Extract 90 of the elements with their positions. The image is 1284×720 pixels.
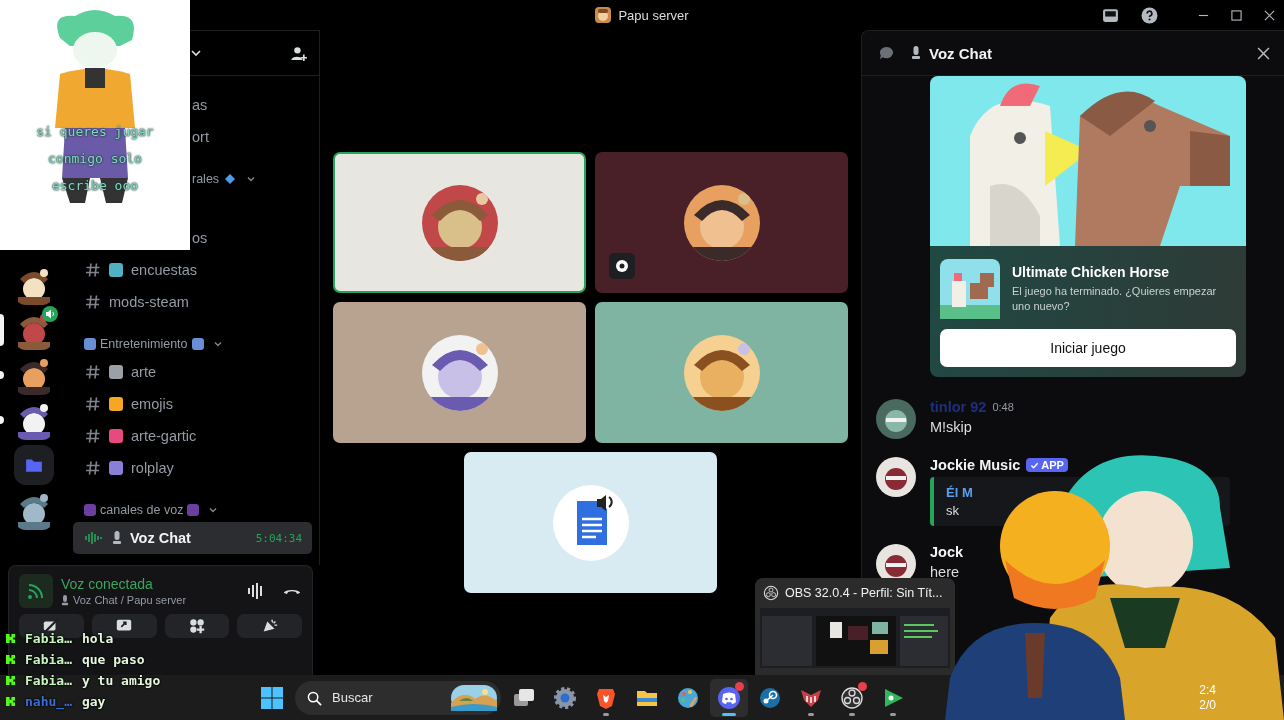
signal-icon bbox=[19, 574, 53, 608]
chat-message: gay bbox=[81, 694, 106, 709]
check-icon bbox=[1030, 460, 1040, 470]
hash-icon bbox=[85, 396, 101, 412]
window-preview-popup[interactable]: OBS 32.0.4 - Perfil: Sin Tít... bbox=[755, 578, 955, 675]
channel-item[interactable]: arte bbox=[76, 356, 311, 388]
avatar[interactable] bbox=[876, 457, 916, 497]
settings-icon bbox=[553, 685, 577, 710]
emoji-icon bbox=[191, 338, 204, 350]
activities-icon bbox=[187, 617, 206, 635]
close-icon[interactable] bbox=[1264, 9, 1275, 21]
connection-status: Voz conectada bbox=[61, 576, 154, 592]
category-header[interactable]: canales de voz bbox=[76, 484, 311, 522]
chevron-icon[interactable] bbox=[190, 47, 202, 59]
message-text: M!skip bbox=[930, 419, 973, 435]
channel-item[interactable]: encuestas bbox=[76, 254, 311, 286]
call-duration: 5:04:34 bbox=[255, 531, 302, 545]
platform-icon bbox=[6, 697, 15, 706]
inbox-icon[interactable] bbox=[1102, 6, 1119, 24]
app-badge: APP bbox=[1026, 458, 1068, 472]
participant-tile[interactable] bbox=[464, 452, 717, 593]
microphone-icon bbox=[61, 594, 69, 606]
channel-item[interactable]: as bbox=[192, 89, 208, 121]
chat-message: que paso bbox=[81, 652, 145, 667]
clock-date: 2/0 bbox=[1199, 697, 1216, 713]
steam-icon bbox=[758, 685, 782, 710]
username[interactable]: Jock bbox=[930, 544, 964, 560]
start-game-button[interactable]: Iniciar juego bbox=[940, 329, 1236, 367]
voice-channel-item[interactable]: Voz Chat 5:04:34 bbox=[73, 522, 312, 554]
soundboard-button[interactable] bbox=[237, 614, 302, 638]
emoji-icon bbox=[187, 504, 200, 516]
activities-button[interactable] bbox=[164, 614, 230, 638]
username[interactable]: Jockie Music bbox=[930, 457, 1021, 473]
taskbar-button[interactable] bbox=[710, 678, 748, 717]
chat-bubble-icon bbox=[878, 44, 895, 62]
game-status: El juego ha terminado. ¿Quieres empezar uno nuevo? bbox=[1012, 284, 1218, 314]
waveform-icon bbox=[84, 531, 104, 545]
panel-title: Voz Chat bbox=[929, 44, 994, 62]
server-folder[interactable] bbox=[14, 445, 54, 485]
hash-icon bbox=[85, 428, 101, 444]
chat-username: Fabia… bbox=[25, 631, 72, 646]
platform-icon bbox=[6, 634, 15, 643]
hash-icon bbox=[85, 262, 101, 278]
microphone-icon bbox=[112, 531, 122, 545]
timestamp: 0:48 bbox=[992, 401, 1014, 413]
participant-tile[interactable] bbox=[333, 302, 586, 443]
message-text: here bbox=[930, 564, 961, 580]
voice-channel-link[interactable]: Voz Chat / Papu server bbox=[73, 594, 187, 606]
add-user-icon[interactable] bbox=[290, 44, 307, 62]
channel-item[interactable]: os bbox=[192, 222, 208, 254]
server-icon bbox=[595, 7, 612, 23]
chat-username: Fabia… bbox=[25, 673, 72, 688]
chat-message: hola bbox=[81, 631, 114, 646]
aperture-icon bbox=[840, 685, 864, 710]
search-icon bbox=[307, 690, 322, 706]
clock-time: 2:4 bbox=[1199, 682, 1216, 698]
avatar[interactable] bbox=[876, 399, 916, 439]
window-title: Papu server bbox=[618, 7, 689, 23]
window-title: OBS 32.0.4 - Perfil: Sin Tít... bbox=[785, 586, 943, 600]
embed-text: sk bbox=[946, 503, 959, 518]
channel-item[interactable]: ort bbox=[192, 121, 209, 153]
aperture-icon bbox=[763, 585, 779, 601]
close-icon[interactable] bbox=[1257, 46, 1270, 60]
hash-icon bbox=[85, 294, 101, 310]
platform-icon bbox=[6, 655, 15, 664]
game-controller-icon bbox=[717, 685, 741, 710]
game-title: Ultimate Chicken Horse bbox=[1012, 264, 1171, 281]
channel-item[interactable]: mods-steam bbox=[76, 286, 311, 318]
channel-item[interactable]: emojis bbox=[76, 388, 311, 420]
palette-icon bbox=[676, 685, 700, 710]
participant-tile[interactable] bbox=[595, 152, 848, 293]
help-icon[interactable] bbox=[1141, 6, 1158, 24]
start-icon[interactable] bbox=[260, 685, 284, 710]
hash-icon bbox=[85, 460, 101, 476]
hash-icon bbox=[85, 364, 101, 380]
folder-icon bbox=[25, 456, 43, 474]
category-header[interactable]: rales bbox=[192, 153, 258, 191]
participant-tile[interactable] bbox=[333, 152, 586, 293]
platform-icon bbox=[6, 676, 15, 685]
embed-title[interactable]: Él M bbox=[946, 485, 973, 500]
chat-username: Fabia… bbox=[25, 652, 72, 667]
category-header[interactable]: Entretenimiento bbox=[76, 318, 311, 356]
maximize-icon[interactable] bbox=[1231, 9, 1242, 21]
microphone-icon bbox=[911, 46, 921, 60]
channel-item[interactable]: arte-gartic bbox=[76, 420, 311, 452]
participant-tile[interactable] bbox=[595, 302, 848, 443]
document-speaker-icon bbox=[552, 484, 629, 561]
chat-message: y tu amigo bbox=[81, 673, 161, 688]
chat-username: nahu_… bbox=[25, 694, 72, 709]
channel-item[interactable]: rolplay bbox=[76, 452, 311, 484]
